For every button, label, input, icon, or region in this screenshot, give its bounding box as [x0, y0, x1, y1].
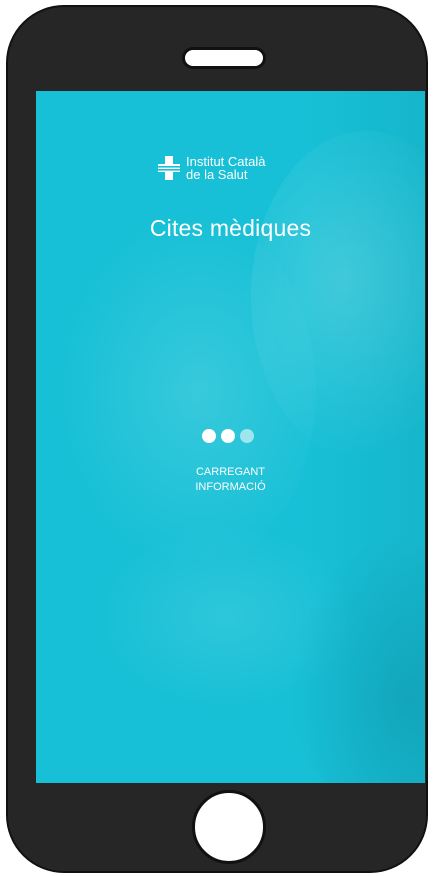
loading-dot-2 [221, 429, 235, 443]
health-cross-icon [158, 156, 180, 180]
loading-dot-3 [240, 429, 254, 443]
home-button[interactable] [192, 790, 266, 864]
background-photo-shade [306, 91, 425, 783]
loading-status-line-2: INFORMACIÓ [195, 481, 266, 493]
app-title: Cites mèdiques [149, 215, 312, 241]
phone-frame: Institut Català de la Salut Cites mèdiqu… [6, 5, 428, 873]
loading-status-line-1: CARREGANT [195, 466, 266, 478]
logo-line-2: de la Salut [186, 167, 248, 182]
loading-dots-icon [202, 429, 254, 443]
loading-status: CARREGANT INFORMACIÓ [36, 465, 425, 495]
ics-logo: Institut Català de la Salut [158, 155, 266, 181]
logo-text: Institut Català de la Salut [186, 155, 266, 181]
background-photo-lower [286, 531, 425, 783]
loading-dot-1 [202, 429, 216, 443]
background-photo-right-face [251, 131, 425, 461]
splash-screen: Institut Català de la Salut Cites mèdiqu… [36, 91, 425, 783]
background-photo-left-face [56, 211, 316, 571]
background-photo-hand [96, 521, 356, 711]
phone-speaker [182, 47, 266, 69]
